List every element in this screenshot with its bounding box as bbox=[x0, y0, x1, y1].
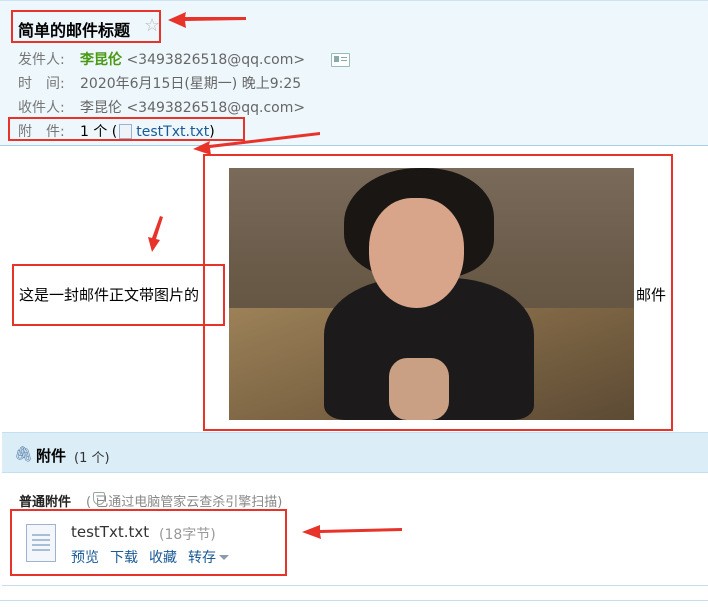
annotation-box-subject bbox=[11, 10, 161, 43]
paperclip-icon: 🖇 bbox=[14, 445, 34, 463]
normal-attachments-label: 普通附件 bbox=[19, 495, 72, 510]
annotation-box-attachment bbox=[8, 117, 245, 141]
attachments-title: 附件 bbox=[36, 447, 67, 465]
shield-icon bbox=[93, 492, 105, 505]
sender-label: 发件人: bbox=[18, 52, 65, 68]
virus-scan-note: ( 已通过电脑管家云查杀引擎扫描) bbox=[86, 495, 283, 510]
annotation-box-file bbox=[10, 509, 287, 576]
annotation-box-body-text bbox=[12, 264, 225, 326]
time-value: 2020年6月15日(星期一) 晚上9:25 bbox=[80, 76, 302, 92]
arrow-body bbox=[148, 216, 163, 252]
recipient-label: 收件人: bbox=[18, 100, 65, 116]
annotation-box-image bbox=[203, 154, 673, 431]
sender-row: 发件人: 李昆伦 <3493826518@qq.com> bbox=[18, 49, 305, 69]
sender-name[interactable]: 李昆伦 bbox=[80, 52, 122, 68]
recipient-row: 收件人: 李昆伦 <3493826518@qq.com> bbox=[18, 97, 305, 117]
bottom-divider bbox=[0, 600, 708, 601]
recipient-value: 李昆伦 <3493826518@qq.com> bbox=[80, 100, 306, 116]
time-row: 时 间: 2020年6月15日(星期一) 晚上9:25 bbox=[18, 73, 301, 93]
attachments-header: 🖇 附件 (1 个) bbox=[2, 433, 708, 473]
contact-card-icon[interactable] bbox=[331, 53, 350, 67]
time-label: 时 间: bbox=[18, 76, 65, 92]
sender-email: <3493826518@qq.com> bbox=[126, 52, 306, 68]
attachments-count: (1 个) bbox=[74, 451, 110, 466]
